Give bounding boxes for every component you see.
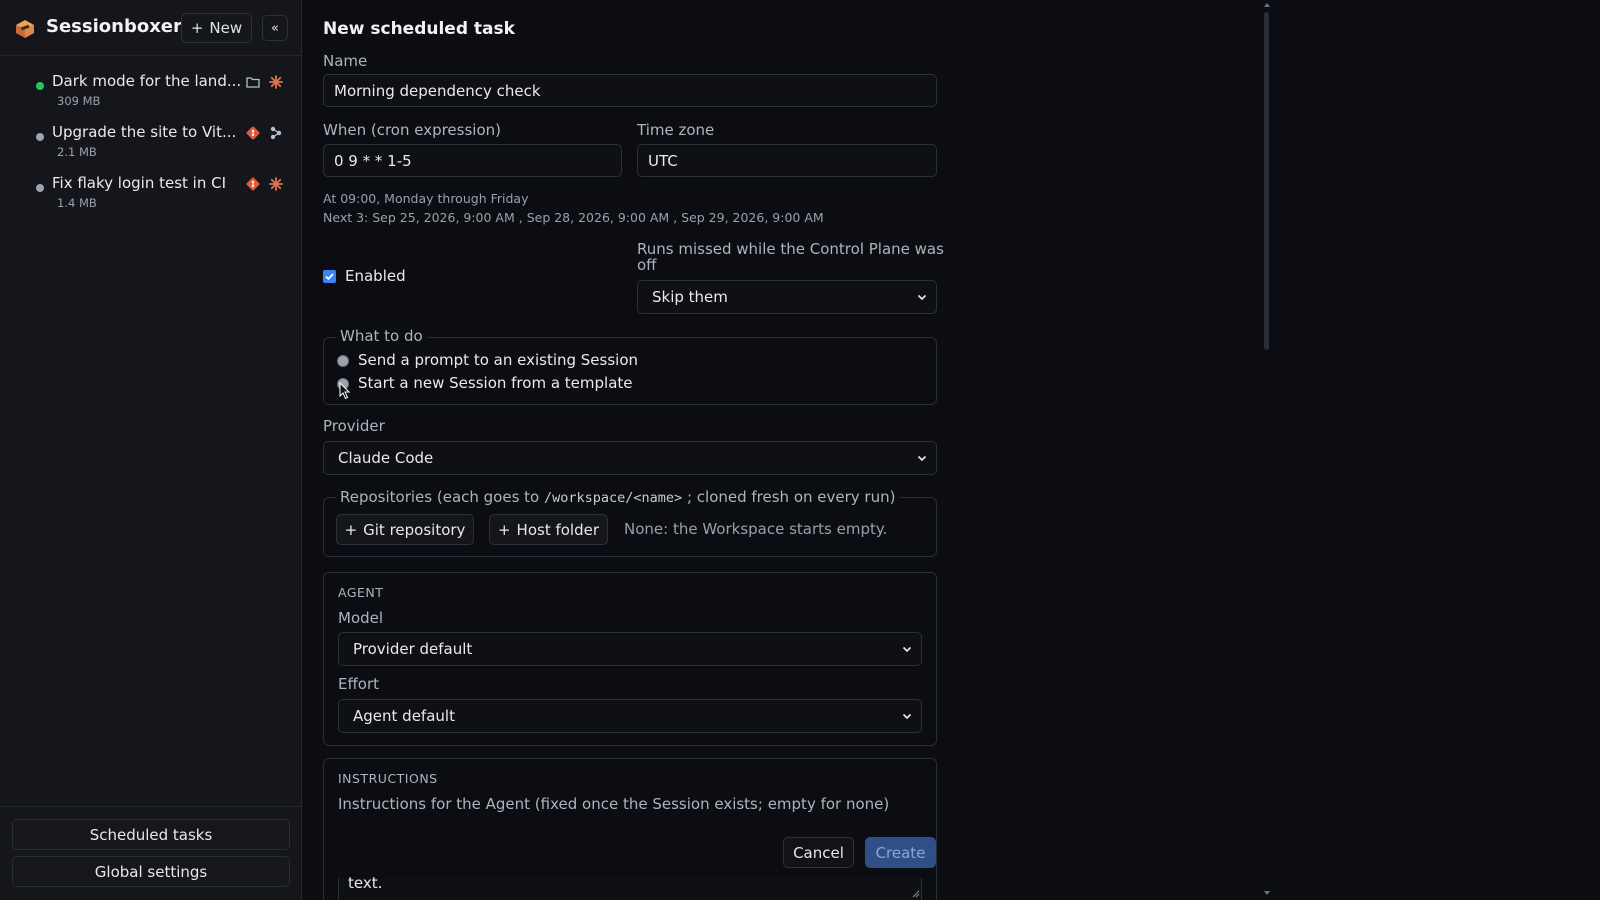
missed-runs-select-value: Skip them (652, 288, 728, 306)
add-git-repository-button[interactable]: + Git repository (336, 514, 474, 545)
git-icon (246, 177, 260, 191)
add-host-folder-button[interactable]: + Host folder (489, 514, 608, 545)
next-runs: Next 3: Sep 25, 2026, 9:00 AM , Sep 28, … (323, 210, 824, 225)
radio-existing-session-label[interactable]: Send a prompt to an existing Session (358, 351, 638, 369)
branch-icon (270, 126, 282, 140)
model-label: Model (338, 609, 384, 627)
next-runs-prefix: Next 3: (323, 210, 369, 225)
provider-select-value: Claude Code (338, 449, 434, 467)
checkmark-icon (325, 273, 334, 281)
model-select[interactable]: Provider default (338, 632, 922, 666)
effort-select-value: Agent default (353, 707, 455, 725)
cron-description: At 09:00, Monday through Friday (323, 191, 529, 206)
new-session-label: New (209, 19, 243, 37)
effort-label: Effort (338, 675, 380, 693)
repositories-empty-text: None: the Workspace starts empty. (624, 520, 888, 538)
instructions-caption: INSTRUCTIONS (338, 771, 438, 786)
sidebar: Sessionboxer + New « Dark mode for the l… (0, 0, 302, 900)
chevron-down-icon (902, 713, 912, 720)
session-title: Dark mode for the land... (52, 72, 242, 90)
missed-runs-label-line2: off (637, 256, 657, 274)
plus-icon: + (497, 520, 511, 539)
cron-input[interactable]: 0 9 * * 1-5 (323, 144, 622, 177)
what-to-do-legend: What to do (336, 327, 427, 345)
repositories-legend: Repositories (each goes to /workspace/<n… (336, 488, 900, 506)
name-label: Name (323, 52, 368, 70)
resize-handle-icon[interactable] (910, 888, 920, 898)
sidebar-divider (0, 806, 302, 807)
folder-icon (246, 77, 260, 88)
plus-icon: + (344, 520, 358, 539)
what-to-do-group (323, 337, 937, 405)
form-scrollbar[interactable] (1262, 0, 1272, 900)
double-chevron-left-icon: « (271, 20, 279, 36)
name-input[interactable]: Morning dependency check (323, 74, 937, 107)
chevron-down-icon (917, 294, 927, 301)
instructions-text-tail: text. (348, 874, 383, 892)
radio-existing-session[interactable] (337, 355, 349, 367)
scrollbar-thumb[interactable] (1264, 12, 1269, 350)
next-runs-list: Sep 25, 2026, 9:00 AM , Sep 28, 2026, 9:… (372, 210, 824, 225)
enabled-checkbox[interactable] (323, 270, 336, 283)
session-size: 2.1 MB (57, 145, 97, 159)
sidebar-header: Sessionboxer + New « (0, 0, 302, 56)
scheduled-task-form: New scheduled task Name Morning dependen… (303, 0, 1600, 900)
sessionboxer-logo-icon (16, 20, 34, 38)
name-input-value: Morning dependency check (334, 81, 541, 100)
app-title: Sessionboxer (46, 16, 182, 37)
chevron-down-icon (902, 646, 912, 653)
app-root: Sessionboxer + New « Dark mode for the l… (0, 0, 1600, 900)
repositories-legend-path: /workspace/<name> (544, 490, 683, 506)
agent-caption: AGENT (338, 585, 384, 600)
scroll-up-arrow-icon[interactable] (1263, 2, 1271, 8)
add-git-repository-label: Git repository (363, 520, 466, 539)
claude-icon (269, 177, 283, 191)
session-item[interactable]: Upgrade the site to Vit... 2.1 MB (0, 121, 302, 169)
scheduled-tasks-button[interactable]: Scheduled tasks (12, 819, 290, 850)
session-size: 1.4 MB (57, 196, 97, 210)
form-title: New scheduled task (323, 19, 515, 39)
chevron-down-icon (917, 455, 927, 462)
mouse-cursor-icon (339, 382, 351, 400)
claude-icon (269, 75, 283, 89)
new-session-button[interactable]: + New (181, 13, 252, 43)
session-size: 309 MB (57, 94, 101, 108)
add-host-folder-label: Host folder (516, 520, 600, 539)
effort-select[interactable]: Agent default (338, 699, 922, 733)
git-icon (246, 126, 260, 140)
session-item[interactable]: Dark mode for the land... 309 MB (0, 70, 302, 118)
missed-runs-select[interactable]: Skip them (637, 280, 937, 314)
status-dot (36, 82, 44, 90)
missed-runs-label: Runs missed while the Control Plane was … (637, 240, 944, 274)
plus-icon: + (190, 19, 204, 37)
timezone-label: Time zone (637, 121, 715, 139)
repositories-legend-text-b: ; cloned fresh on every run) (686, 488, 896, 506)
session-item[interactable]: Fix flaky login test in CI 1.4 MB (0, 172, 302, 220)
cron-label: When (cron expression) (323, 121, 501, 139)
timezone-input[interactable]: UTC (637, 144, 937, 177)
provider-select[interactable]: Claude Code (323, 441, 937, 475)
global-settings-button[interactable]: Global settings (12, 856, 290, 887)
repositories-legend-text-a: Repositories (each goes to (340, 488, 544, 506)
instructions-label: Instructions for the Agent (fixed once t… (338, 795, 890, 813)
cron-input-value: 0 9 * * 1-5 (334, 151, 412, 170)
timezone-input-value: UTC (648, 151, 678, 170)
cancel-button[interactable]: Cancel (783, 837, 854, 868)
radio-new-session-label[interactable]: Start a new Session from a template (358, 374, 633, 392)
status-dot (36, 184, 44, 192)
session-title: Upgrade the site to Vit... (52, 123, 237, 141)
create-button[interactable]: Create (865, 837, 936, 868)
scroll-down-arrow-icon[interactable] (1263, 890, 1271, 896)
session-title: Fix flaky login test in CI (52, 174, 227, 192)
collapse-sidebar-button[interactable]: « (262, 15, 288, 41)
model-select-value: Provider default (353, 640, 473, 658)
provider-label: Provider (323, 417, 385, 435)
enabled-label: Enabled (345, 267, 406, 285)
missed-runs-label-line1: Runs missed while the Control Plane was (637, 240, 944, 258)
status-dot (36, 133, 44, 141)
